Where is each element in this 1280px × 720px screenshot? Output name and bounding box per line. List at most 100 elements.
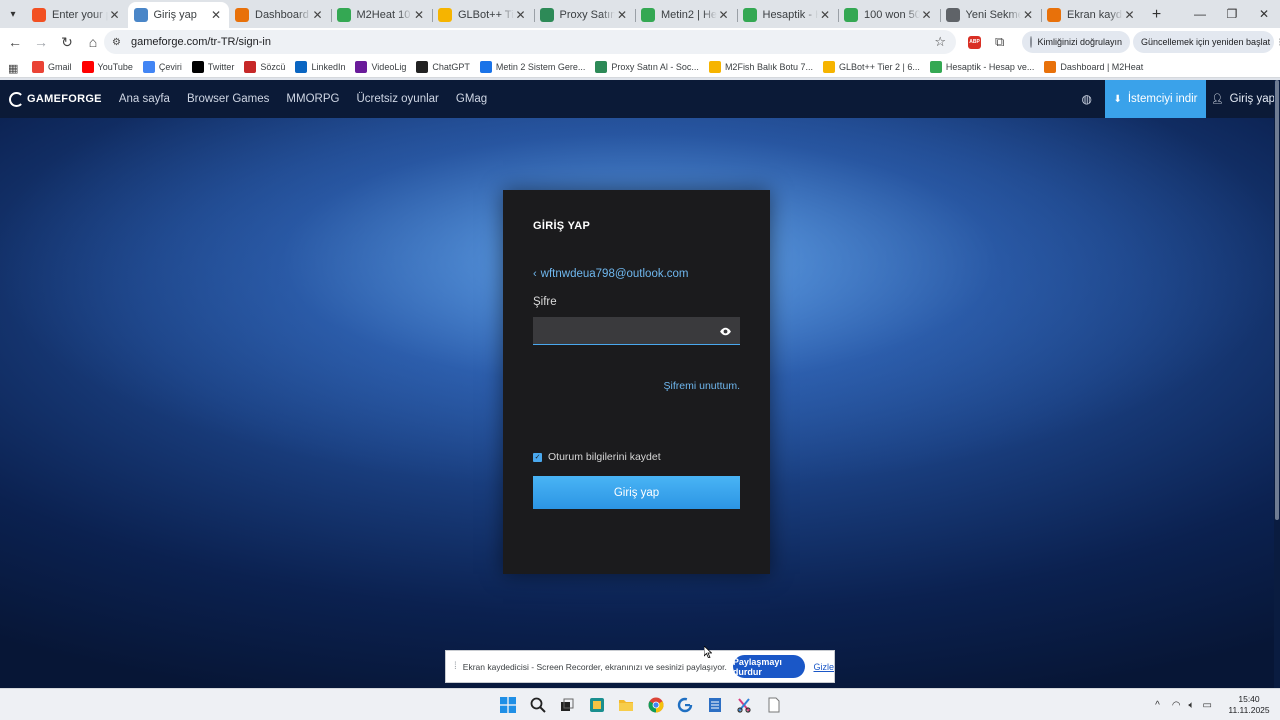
tab-close-icon[interactable]: ✕ — [108, 8, 122, 22]
reload-icon[interactable]: ↻ — [55, 30, 79, 54]
browser-tab[interactable]: Giriş yap ✕ — [127, 2, 229, 28]
page-scrollbar[interactable] — [1274, 80, 1280, 688]
tab-close-icon[interactable]: ✕ — [514, 8, 528, 22]
nav-gmag[interactable]: GMag — [456, 93, 487, 105]
tray-chevron-icon[interactable]: ^ — [1155, 700, 1160, 711]
widgets-app-icon[interactable] — [586, 694, 608, 716]
mouse-cursor-icon — [704, 646, 712, 658]
s-icon — [479, 60, 492, 73]
browser-tab[interactable]: GLBot++ Tier 2✕ — [432, 2, 534, 28]
password-input[interactable] — [533, 317, 740, 345]
gameforge-client-icon[interactable] — [674, 694, 696, 716]
bookmark-item[interactable]: M2Fish Balık Botu 7... — [708, 60, 813, 73]
bookmark-item[interactable]: Metin 2 Sistem Gere... — [479, 60, 585, 73]
bookmark-item[interactable]: Hesaptik - Hesap ve... — [929, 60, 1034, 73]
task-view-icon[interactable] — [556, 694, 578, 716]
browser-tab[interactable]: Metin2 | Hesap✕ — [635, 2, 737, 28]
tab-close-icon[interactable]: ✕ — [311, 8, 325, 22]
drag-handle-icon[interactable]: ⁞ — [454, 661, 457, 672]
snipping-tool-icon[interactable] — [733, 694, 755, 716]
bookmark-item[interactable]: Çeviri — [142, 60, 182, 73]
tab-close-icon[interactable]: ✕ — [209, 8, 223, 22]
taskbar-apps — [497, 694, 792, 716]
browser-tab[interactable]: Dashboard | M2Heat✕ — [229, 2, 331, 28]
bookmark-item[interactable]: Twitter — [191, 60, 234, 73]
tab-search-chevron-icon[interactable]: ▾ — [0, 0, 26, 28]
tab-close-icon[interactable]: ✕ — [615, 8, 629, 22]
nav-home[interactable]: Ana sayfa — [119, 93, 170, 105]
bookmark-item[interactable]: YouTube — [81, 60, 133, 73]
restart-update-button[interactable]: Güncellemek için yeniden başlat ⋮ — [1133, 31, 1280, 53]
bookmark-item[interactable]: LinkedIn — [295, 60, 345, 73]
tab-close-icon[interactable]: ✕ — [818, 8, 832, 22]
tab-close-icon[interactable]: ✕ — [412, 8, 426, 22]
hide-bar-link[interactable]: Gizle — [813, 662, 834, 672]
nav-browser-games[interactable]: Browser Games — [187, 93, 269, 105]
stop-sharing-button[interactable]: Paylaşmayı durdur — [732, 655, 806, 678]
bookmark-item[interactable]: GLBot++ Tier 2 | 6... — [822, 60, 920, 73]
check-icon — [336, 8, 351, 22]
address-bar[interactable]: ⚙ gameforge.com/tr-TR/sign-in ☆ — [104, 30, 956, 54]
bookmark-item[interactable]: Sözcü — [244, 60, 285, 73]
document-app-icon[interactable] — [763, 694, 785, 716]
apps-grid-icon[interactable]: ▦ — [8, 62, 18, 75]
gmail-icon — [32, 60, 44, 73]
login-submit-button[interactable]: Giriş yap — [533, 476, 740, 509]
browser-tab[interactable]: 100 won 500 tl✕ — [838, 2, 940, 28]
taskbar-clock[interactable]: 15:40 11.11.2025 — [1220, 694, 1278, 716]
download-client-label: İstemciyi indir — [1127, 93, 1198, 105]
verify-identity-button[interactable]: Kimliğinizi doğrulayın — [1022, 31, 1130, 53]
volume-muted-icon[interactable]: 🔈︎ — [1189, 700, 1195, 711]
tab-close-icon[interactable]: ✕ — [1123, 8, 1137, 22]
wifi-icon[interactable]: ◠ — [1172, 700, 1181, 711]
windows-start-icon[interactable] — [497, 694, 519, 716]
bookmark-item[interactable]: Proxy Satın Al - Soc... — [595, 60, 699, 73]
show-password-eye-icon[interactable] — [719, 325, 732, 338]
nav-mmorpg[interactable]: MMORPG — [286, 93, 339, 105]
chrome-icon[interactable] — [645, 694, 667, 716]
search-icon[interactable] — [527, 694, 549, 716]
site-info-icon[interactable]: ⚙ — [112, 37, 121, 48]
checkbox-check-icon: ✓ — [533, 452, 542, 462]
tab-title: 100 won 500 tl — [864, 9, 920, 21]
check-icon — [844, 8, 858, 22]
tab-close-icon[interactable]: ✕ — [717, 8, 731, 22]
forward-icon[interactable]: → — [29, 30, 53, 54]
browser-tab[interactable]: Hesaptik - Hesap✕ — [736, 2, 839, 28]
back-icon[interactable]: ← — [3, 30, 27, 54]
browser-tab[interactable]: Ekran kaydedici✕ — [1041, 2, 1143, 28]
browser-tab[interactable]: M2Heat 10 Gün✕ — [330, 2, 433, 28]
battery-icon[interactable]: ▭ — [1203, 700, 1212, 711]
tab-close-icon[interactable]: ✕ — [1021, 8, 1035, 22]
change-email-link[interactable]: ‹ wftnwdeua798@outlook.com — [533, 268, 689, 280]
nav-signin-button[interactable]: 👤︎ Giriş yap — [1206, 80, 1280, 118]
bookmark-item[interactable]: Gmail — [32, 60, 72, 73]
globe-icon[interactable]: ◍ — [1082, 92, 1092, 106]
window-controls: — ❐ ✕ — [1184, 0, 1280, 28]
kebab-menu-icon[interactable]: ⋮ — [1276, 37, 1280, 48]
download-client-button[interactable]: ⬇ İstemciyi indir — [1105, 80, 1206, 118]
bookmark-item[interactable]: ChatGPT — [416, 60, 470, 73]
scrollbar-thumb[interactable] — [1275, 80, 1279, 520]
browser-tab[interactable]: Yeni Sekme ✕ — [939, 2, 1042, 28]
file-explorer-icon[interactable] — [615, 694, 637, 716]
bookmark-item[interactable]: VideoLig — [355, 60, 406, 73]
notepad-app-icon[interactable] — [704, 694, 726, 716]
adblock-icon[interactable]: ABP — [968, 35, 981, 49]
home-icon[interactable]: ⌂ — [81, 30, 105, 54]
nav-free-games[interactable]: Ücretsiz oyunlar — [356, 93, 438, 105]
new-tab-button[interactable]: + — [1143, 2, 1171, 28]
bookmark-item[interactable]: Dashboard | M2Heat — [1044, 60, 1143, 73]
close-window-icon[interactable]: ✕ — [1248, 0, 1280, 28]
restore-icon[interactable]: ❐ — [1216, 0, 1248, 28]
minimize-icon[interactable]: — — [1184, 0, 1216, 28]
extensions-puzzle-icon[interactable]: ⧉ — [995, 34, 1004, 50]
browser-tab[interactable]: Proxy Satın Al✕ — [533, 2, 636, 28]
chatgpt-icon — [416, 60, 429, 73]
gameforge-logo[interactable]: GAMEFORGE — [9, 91, 102, 107]
tab-close-icon[interactable]: ✕ — [920, 8, 934, 22]
remember-session-checkbox[interactable]: ✓ Oturum bilgilerini kaydet — [533, 451, 661, 463]
forgot-password-link[interactable]: Şifremi unuttum. — [664, 380, 740, 392]
bookmark-star-icon[interactable]: ☆ — [934, 34, 946, 50]
browser-tab[interactable]: Enter your password✕ — [26, 2, 128, 28]
